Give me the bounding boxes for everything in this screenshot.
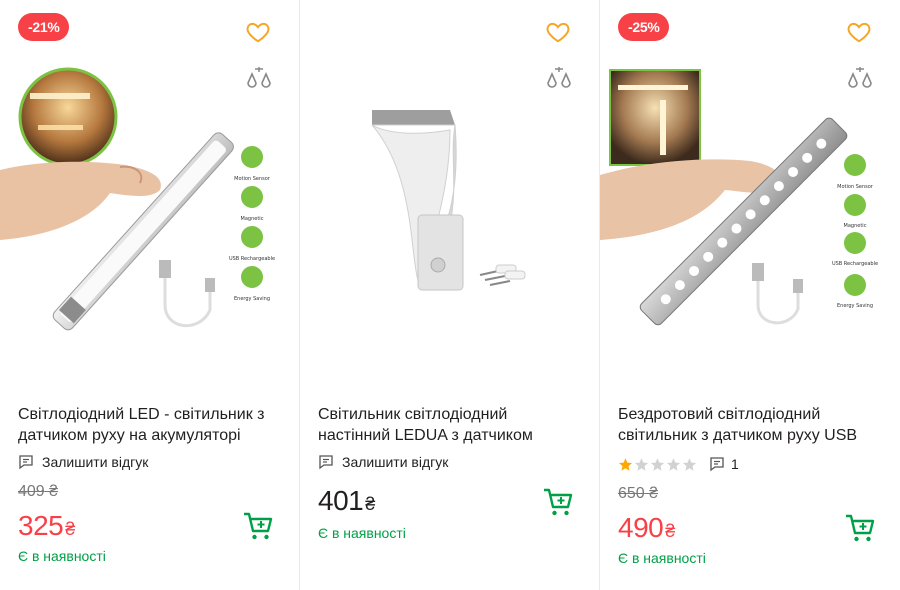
price: 490 ₴ bbox=[618, 512, 675, 543]
led-bar-image: Motion Sensor Magnetic USB Rechargeable … bbox=[600, 69, 878, 326]
comment-icon bbox=[319, 455, 333, 470]
product-card[interactable]: -21% Motion Sensor Magnetic USB Recharge… bbox=[0, 0, 300, 590]
price: 325 ₴ bbox=[18, 510, 75, 541]
heart-icon[interactable] bbox=[245, 19, 271, 45]
stock-status: Є в наявності bbox=[618, 550, 706, 566]
discount-badge: -25% bbox=[618, 13, 670, 41]
star-icon bbox=[634, 457, 649, 471]
price: 401 ₴ bbox=[318, 485, 375, 516]
rating-stars[interactable] bbox=[618, 457, 697, 472]
led-bar-image: Motion Sensor Magnetic USB Rechargeable … bbox=[0, 67, 275, 331]
comment-icon bbox=[19, 455, 33, 470]
product-image[interactable]: Motion Sensor Magnetic USB Rechargeable … bbox=[600, 50, 900, 380]
leave-review-label: Залишити відгук bbox=[342, 454, 449, 470]
product-image[interactable] bbox=[300, 50, 600, 380]
feature-label: Motion Sensor bbox=[837, 184, 874, 190]
star-icon bbox=[666, 457, 681, 471]
comment-icon bbox=[710, 457, 724, 472]
old-price: 409 ₴ bbox=[18, 483, 59, 500]
feature-label: Magnetic bbox=[241, 216, 264, 222]
product-title[interactable]: Світильник світлодіодний настінний LEDUA… bbox=[318, 404, 581, 446]
star-icon bbox=[618, 457, 633, 471]
add-to-cart-icon[interactable] bbox=[844, 512, 876, 544]
feature-label: USB Rechargeable bbox=[229, 256, 275, 262]
product-card[interactable]: -25% Motion Sensor Magnetic USB Recharge… bbox=[600, 0, 900, 590]
leave-review-link[interactable]: Залишити відгук bbox=[18, 454, 148, 470]
review-count[interactable]: 1 bbox=[731, 456, 739, 472]
product-card[interactable]: Світильник світлодіодний настінний LEDUA… bbox=[300, 0, 600, 590]
heart-icon[interactable] bbox=[545, 19, 571, 45]
leave-review-link[interactable]: Залишити відгук bbox=[318, 454, 448, 470]
product-grid: -21% Motion Sensor Magnetic USB Recharge… bbox=[0, 0, 900, 590]
product-title[interactable]: Світлодіодний LED - світильник з датчико… bbox=[18, 404, 281, 446]
star-icon bbox=[682, 457, 697, 471]
feature-label: USB Rechargeable bbox=[832, 261, 878, 267]
old-price: 650 ₴ bbox=[618, 485, 659, 502]
add-to-cart-icon[interactable] bbox=[242, 510, 274, 542]
stock-status: Є в наявності bbox=[18, 548, 106, 564]
feature-label: Motion Sensor bbox=[234, 176, 271, 182]
heart-icon[interactable] bbox=[846, 19, 872, 45]
product-image[interactable]: Motion Sensor Magnetic USB Rechargeable … bbox=[0, 50, 300, 380]
wall-lamp-image bbox=[371, 110, 526, 291]
feature-label: Energy Saving bbox=[837, 303, 873, 309]
feature-label: Energy Saving bbox=[234, 296, 270, 302]
feature-label: Magnetic bbox=[844, 223, 867, 229]
leave-review-label: Залишити відгук bbox=[42, 454, 149, 470]
product-title[interactable]: Бездротовий світлодіодний світильник з д… bbox=[618, 404, 882, 446]
stock-status: Є в наявності bbox=[318, 525, 406, 541]
discount-badge: -21% bbox=[18, 13, 70, 41]
star-icon bbox=[650, 457, 665, 471]
add-to-cart-icon[interactable] bbox=[542, 486, 574, 518]
rating-row: 1 bbox=[618, 456, 739, 472]
